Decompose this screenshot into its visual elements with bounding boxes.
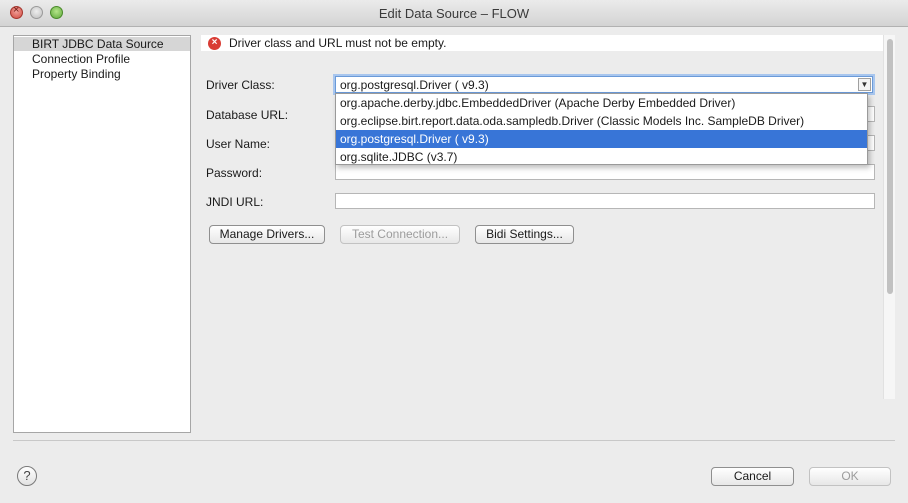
vertical-scrollbar[interactable] — [883, 35, 895, 399]
driver-class-value: org.postgresql.Driver ( v9.3) — [340, 78, 489, 92]
title-bar: Edit Data Source – FLOW — [0, 0, 908, 27]
help-icon[interactable]: ? — [17, 466, 37, 486]
page-navigation-list: BIRT JDBC Data Source Connection Profile… — [13, 35, 191, 433]
jndi-url-field[interactable] — [335, 193, 875, 209]
test-connection-button[interactable]: Test Connection... — [340, 225, 460, 244]
manage-drivers-button[interactable]: Manage Drivers... — [209, 225, 325, 244]
nav-item-birt-jdbc-data-source[interactable]: BIRT JDBC Data Source — [14, 37, 190, 51]
dropdown-option[interactable]: org.eclipse.birt.report.data.oda.sampled… — [336, 112, 867, 130]
password-field[interactable] — [335, 164, 875, 180]
dropdown-option[interactable]: org.apache.derby.jdbc.EmbeddedDriver (Ap… — [336, 94, 867, 112]
scrollbar-thumb[interactable] — [887, 39, 893, 294]
nav-item-connection-profile[interactable]: Connection Profile — [14, 52, 190, 66]
ok-button[interactable]: OK — [809, 467, 891, 486]
error-message-bar: × Driver class and URL must not be empty… — [201, 35, 895, 51]
error-message: Driver class and URL must not be empty. — [229, 36, 447, 50]
driver-class-label: Driver Class: — [206, 78, 275, 92]
jndi-url-label: JNDI URL: — [206, 195, 264, 209]
footer-divider — [13, 440, 895, 441]
nav-item-property-binding[interactable]: Property Binding — [14, 67, 190, 81]
user-name-label: User Name: — [206, 137, 271, 151]
error-icon: × — [208, 37, 221, 50]
password-label: Password: — [206, 166, 263, 180]
bidi-settings-button[interactable]: Bidi Settings... — [475, 225, 574, 244]
dropdown-option[interactable]: org.sqlite.JDBC (v3.7) — [336, 148, 867, 166]
chevron-down-icon[interactable]: ▼ — [858, 78, 871, 91]
dropdown-option-selected[interactable]: org.postgresql.Driver ( v9.3) — [336, 130, 867, 148]
cancel-button[interactable]: Cancel — [711, 467, 794, 486]
driver-class-combo[interactable]: org.postgresql.Driver ( v9.3) ▼ — [335, 76, 873, 93]
window-title: Edit Data Source – FLOW — [378, 6, 530, 21]
driver-class-dropdown-list: org.apache.derby.jdbc.EmbeddedDriver (Ap… — [335, 93, 868, 165]
database-url-label: Database URL: — [206, 108, 289, 122]
